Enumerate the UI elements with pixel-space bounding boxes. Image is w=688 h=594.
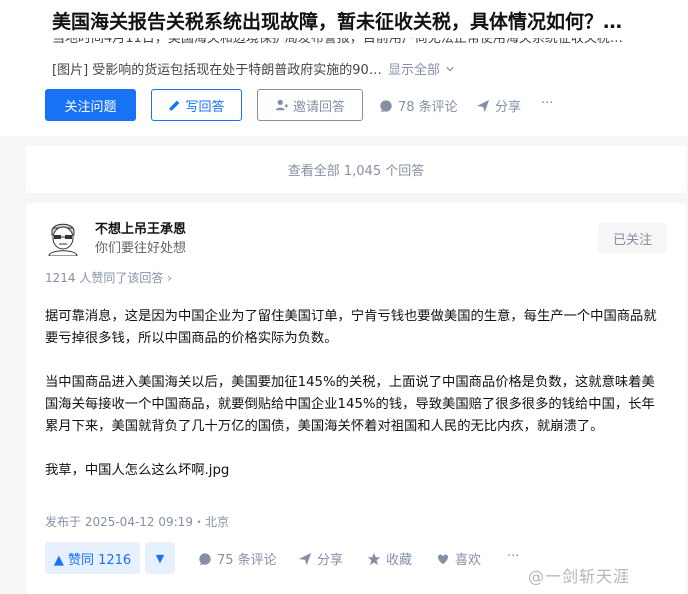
question-title[interactable]: 美国海关报告关税系统出现故障，暂未征收关税，具体情况如何？… [52,8,682,36]
invite-answer-button[interactable]: 邀请回答 [257,89,363,121]
answer-card: 不想上吊王承恩 你们要往好处想 已关注 1214 人赞同了该回答 › 据可靠消息… [26,203,686,594]
question-excerpt-text: [图片] 受影响的货运包括现在处于特朗普政府实施的90… [52,63,382,78]
share-icon [476,99,490,112]
comment-icon [199,552,211,565]
question-more-button[interactable]: ··· [541,96,553,111]
question-comments-button[interactable]: 78 条评论 [379,96,458,115]
answer-paragraph: 据可靠消息，这是因为中国企业为了留住美国订单，宁肯亏钱也要做美国的生意，每生产一… [45,309,657,346]
share-icon [298,552,312,565]
show-all-link[interactable]: 显示全部 [388,63,454,78]
answer-content: 据可靠消息，这是因为中国企业为了留住美国订单，宁肯亏钱也要做美国的生意，每生产一… [45,306,665,504]
answer-comments-button[interactable]: 75 条评论 [198,549,277,568]
answer-share-button[interactable]: 分享 [298,549,343,568]
publish-info[interactable]: 发布于 2025-04-12 09:19・北京 [45,513,229,530]
watermark: @一剑斩天涯 [528,567,631,586]
heart-icon [438,554,448,564]
answer-more-button[interactable]: ··· [507,549,519,564]
write-answer-button[interactable]: 写回答 [151,89,242,121]
chevron-down-icon [446,66,454,72]
question-share-button[interactable]: 分享 [476,96,521,115]
person-plus-icon [275,99,289,111]
downvote-button[interactable]: ▼ [145,542,175,574]
like-button[interactable]: 喜欢 [436,549,481,568]
likes-summary-link[interactable]: 1214 人赞同了该回答 › [45,269,172,286]
comment-icon [380,99,392,112]
question-header: 美国海关报告关税系统出现故障，暂未征收关税，具体情况如何？… 当地时间4月11日… [0,0,688,136]
author-bio: 你们要往好处想 [95,241,187,256]
author-name[interactable]: 不想上吊王承恩 [95,218,186,237]
answer-paragraph: 我草，中国人怎么这么坏啊.jpg [45,463,230,478]
answer-paragraph: 当中国商品进入美国海关以后，美国要加征145%的关税，上面说了中国商品价格是负数… [45,375,655,434]
star-icon [367,552,381,565]
question-excerpt-line-clipped: 当地时间4月11日，美国海关和边境保护局发布警报，目前用户尚无法正常使用海关系统… [52,38,623,46]
followed-button[interactable]: 已关注 [598,223,667,253]
view-all-answers-button[interactable]: 查看全部 1,045 个回答 [26,146,686,193]
collect-button[interactable]: 收藏 [367,549,412,568]
question-excerpt: [图片] 受影响的货运包括现在处于特朗普政府实施的90… 显示全部 [52,59,454,78]
upvote-button[interactable]: ▲ 赞同 1216 [45,542,140,574]
pencil-icon [170,100,180,110]
avatar[interactable] [43,216,83,256]
follow-question-button[interactable]: 关注问题 [45,89,136,121]
